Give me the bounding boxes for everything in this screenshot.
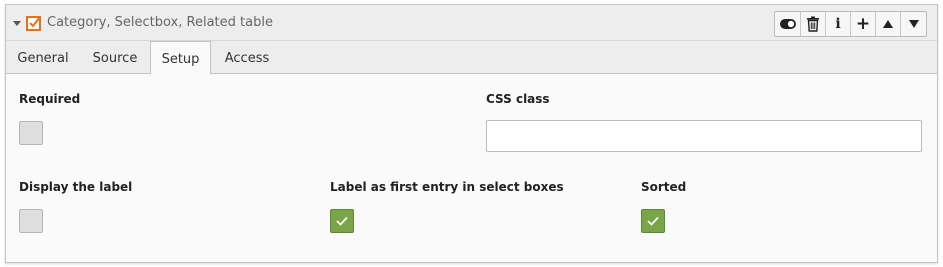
record-actions: i + <box>774 11 927 37</box>
plus-icon: + <box>855 14 871 34</box>
tab-access[interactable]: Access <box>211 41 283 74</box>
display-label-label: Display the label <box>19 180 133 194</box>
add-button[interactable]: + <box>851 12 876 36</box>
label-first-entry-label: Label as first entry in select boxes <box>330 180 564 194</box>
arrow-down-icon <box>908 20 919 28</box>
tab-source[interactable]: Source <box>80 41 150 74</box>
toggle-visibility-button[interactable] <box>775 12 801 36</box>
trash-icon <box>807 16 819 32</box>
info-button[interactable]: i <box>826 12 851 36</box>
tab-setup[interactable]: Setup <box>150 41 211 75</box>
tab-general[interactable]: General <box>6 41 80 74</box>
panel-header: Category, Selectbox, Related table i + <box>6 5 937 41</box>
sorted-checkbox[interactable] <box>641 209 665 233</box>
chevron-down-icon[interactable] <box>13 21 21 26</box>
content-element-panel: Category, Selectbox, Related table i + G… <box>5 4 938 263</box>
checkbox-record-icon <box>26 15 42 31</box>
move-up-button[interactable] <box>876 12 901 36</box>
css-class-label: CSS class <box>486 92 550 106</box>
check-icon <box>647 216 659 226</box>
check-icon <box>336 216 348 226</box>
info-icon: i <box>835 16 841 32</box>
arrow-up-icon <box>883 20 893 28</box>
tab-bar: General Source Setup Access <box>6 41 937 75</box>
label-first-entry-checkbox[interactable] <box>330 209 354 233</box>
delete-button[interactable] <box>801 12 826 36</box>
toggle-icon <box>779 19 796 29</box>
sorted-label: Sorted <box>641 180 687 194</box>
move-down-button[interactable] <box>901 12 926 36</box>
required-label: Required <box>19 92 81 106</box>
css-class-input[interactable] <box>486 120 922 152</box>
required-checkbox[interactable] <box>19 121 43 145</box>
display-label-checkbox[interactable] <box>19 209 43 233</box>
panel-title: Category, Selectbox, Related table <box>47 15 273 30</box>
